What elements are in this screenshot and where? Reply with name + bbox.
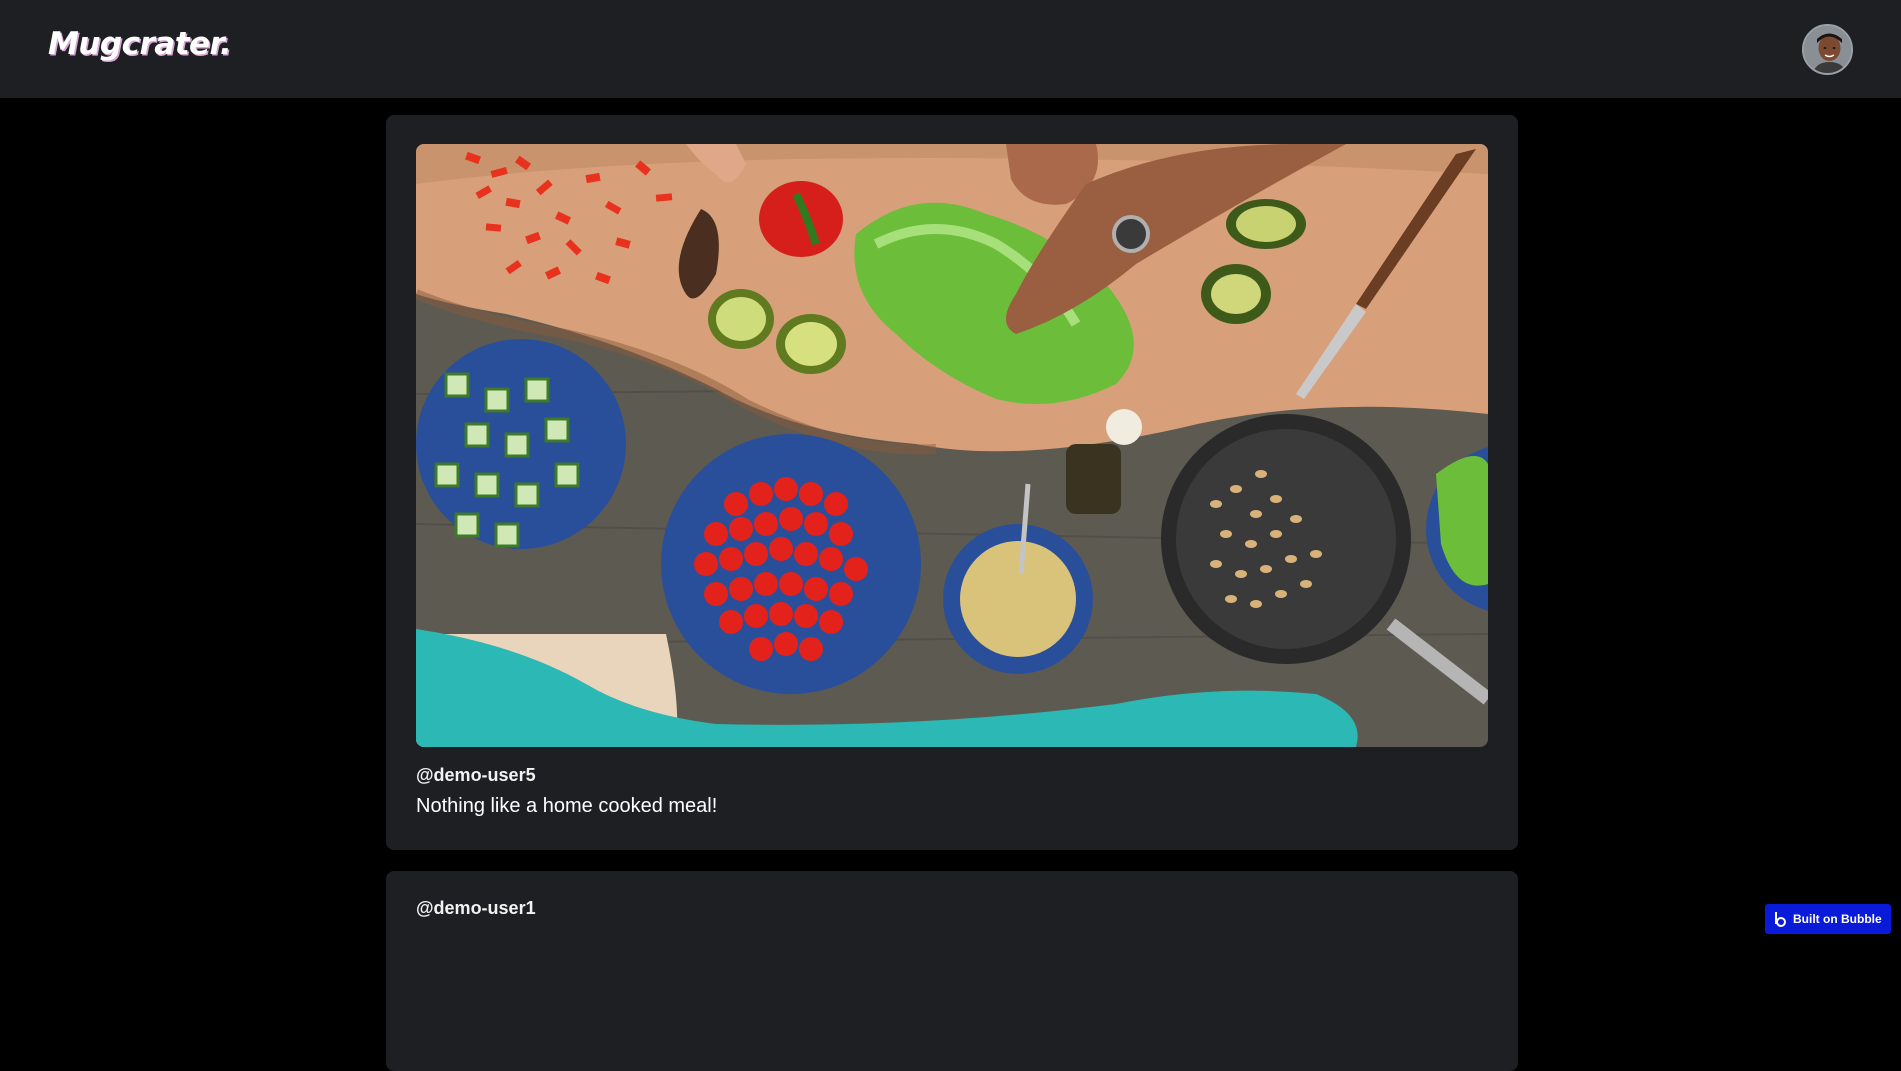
cooking-photo bbox=[416, 144, 1488, 747]
post-image[interactable] bbox=[416, 144, 1488, 747]
app-logo[interactable]: Mugcrater. bbox=[48, 26, 232, 62]
post-card[interactable]: @demo-user1 bbox=[386, 871, 1518, 1071]
post-feed: @demo-user5 Nothing like a home cooked m… bbox=[386, 115, 1518, 1071]
post-card[interactable]: @demo-user5 Nothing like a home cooked m… bbox=[386, 115, 1518, 850]
top-navbar: Mugcrater. bbox=[0, 0, 1901, 98]
built-on-bubble-badge[interactable]: Built on Bubble bbox=[1765, 904, 1891, 934]
bubble-logo-icon bbox=[1773, 911, 1787, 927]
avatar-portrait bbox=[1804, 26, 1851, 73]
post-username[interactable]: @demo-user5 bbox=[416, 765, 536, 786]
user-avatar[interactable] bbox=[1802, 24, 1853, 75]
post-username[interactable]: @demo-user1 bbox=[416, 898, 536, 919]
post-caption: Nothing like a home cooked meal! bbox=[416, 795, 718, 817]
badge-label: Built on Bubble bbox=[1793, 912, 1882, 926]
